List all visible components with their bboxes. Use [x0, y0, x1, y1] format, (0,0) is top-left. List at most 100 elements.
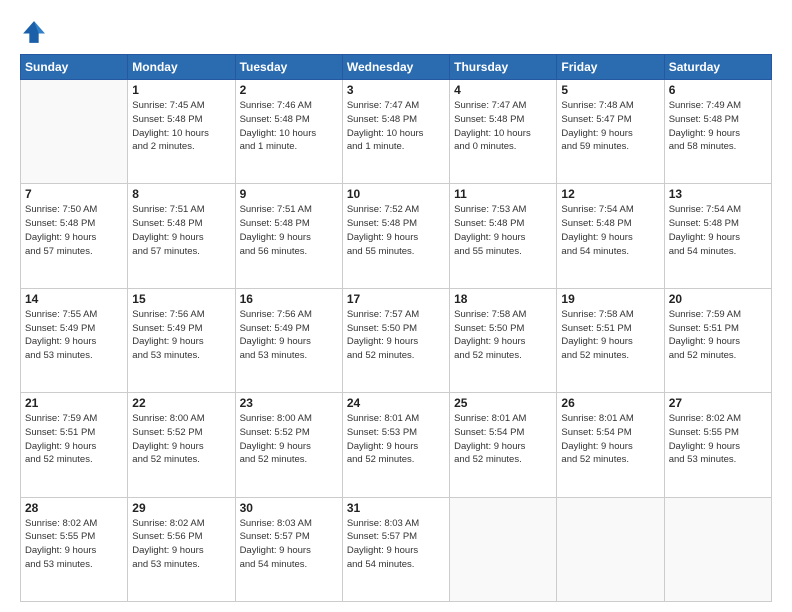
calendar-cell: 27 Sunrise: 8:02 AMSunset: 5:55 PMDayligh…: [664, 393, 771, 497]
day-number: 31: [347, 501, 445, 515]
day-info: Sunrise: 7:48 AMSunset: 5:47 PMDaylight:…: [561, 99, 659, 154]
day-info: Sunrise: 7:49 AMSunset: 5:48 PMDaylight:…: [669, 99, 767, 154]
day-info: Sunrise: 8:02 AMSunset: 5:55 PMDaylight:…: [669, 412, 767, 467]
calendar-week-row: 14Sunrise: 7:55 AMSunset: 5:49 PMDayligh…: [21, 288, 772, 392]
calendar-cell: 17 Sunrise: 7:57 AMSunset: 5:50 PMDayligh…: [342, 288, 449, 392]
calendar-week-row: 7 Sunrise: 7:50 AMSunset: 5:48 PMDaylight…: [21, 184, 772, 288]
calendar-cell: 16 Sunrise: 7:56 AMSunset: 5:49 PMDayligh…: [235, 288, 342, 392]
day-info: Sunrise: 7:50 AMSunset: 5:48 PMDaylight:…: [25, 203, 123, 258]
calendar-cell: 18Sunrise: 7:58 AMSunset: 5:50 PMDayligh…: [450, 288, 557, 392]
calendar-cell: [21, 80, 128, 184]
day-number: 15: [132, 292, 230, 306]
day-number: 22: [132, 396, 230, 410]
day-number: 10: [347, 187, 445, 201]
calendar-cell: 26 Sunrise: 8:01 AMSunset: 5:54 PMDayligh…: [557, 393, 664, 497]
calendar-cell: 28 Sunrise: 8:02 AMSunset: 5:55 PMDayligh…: [21, 497, 128, 601]
calendar-cell: 30 Sunrise: 8:03 AMSunset: 5:57 PMDayligh…: [235, 497, 342, 601]
day-number: 24: [347, 396, 445, 410]
day-number: 2: [240, 83, 338, 97]
day-number: 17: [347, 292, 445, 306]
calendar-cell: 10 Sunrise: 7:52 AMSunset: 5:48 PMDayligh…: [342, 184, 449, 288]
logo: [20, 18, 52, 46]
calendar-header-row: SundayMondayTuesdayWednesdayThursdayFrid…: [21, 55, 772, 80]
day-number: 6: [669, 83, 767, 97]
day-info: Sunrise: 7:54 AMSunset: 5:48 PMDaylight:…: [561, 203, 659, 258]
day-number: 27: [669, 396, 767, 410]
calendar-cell: [557, 497, 664, 601]
day-info: Sunrise: 7:51 AMSunset: 5:48 PMDaylight:…: [132, 203, 230, 258]
day-info: Sunrise: 7:57 AMSunset: 5:50 PMDaylight:…: [347, 308, 445, 363]
day-number: 18: [454, 292, 552, 306]
day-number: 26: [561, 396, 659, 410]
calendar-cell: 6 Sunrise: 7:49 AMSunset: 5:48 PMDaylight…: [664, 80, 771, 184]
day-number: 7: [25, 187, 123, 201]
logo-icon: [20, 18, 48, 46]
day-info: Sunrise: 7:45 AMSunset: 5:48 PMDaylight:…: [132, 99, 230, 154]
day-number: 13: [669, 187, 767, 201]
day-info: Sunrise: 7:47 AMSunset: 5:48 PMDaylight:…: [454, 99, 552, 154]
calendar-header-tuesday: Tuesday: [235, 55, 342, 80]
day-info: Sunrise: 8:03 AMSunset: 5:57 PMDaylight:…: [347, 517, 445, 572]
day-number: 12: [561, 187, 659, 201]
day-number: 21: [25, 396, 123, 410]
day-number: 23: [240, 396, 338, 410]
calendar-cell: 19Sunrise: 7:58 AMSunset: 5:51 PMDayligh…: [557, 288, 664, 392]
day-info: Sunrise: 7:46 AMSunset: 5:48 PMDaylight:…: [240, 99, 338, 154]
calendar-header-saturday: Saturday: [664, 55, 771, 80]
calendar-cell: 23 Sunrise: 8:00 AMSunset: 5:52 PMDayligh…: [235, 393, 342, 497]
calendar-cell: 14Sunrise: 7:55 AMSunset: 5:49 PMDayligh…: [21, 288, 128, 392]
calendar-header-sunday: Sunday: [21, 55, 128, 80]
day-info: Sunrise: 8:01 AMSunset: 5:54 PMDaylight:…: [454, 412, 552, 467]
calendar-cell: 5 Sunrise: 7:48 AMSunset: 5:47 PMDaylight…: [557, 80, 664, 184]
day-info: Sunrise: 7:58 AMSunset: 5:51 PMDaylight:…: [561, 308, 659, 363]
calendar-cell: [664, 497, 771, 601]
day-info: Sunrise: 8:01 AMSunset: 5:54 PMDaylight:…: [561, 412, 659, 467]
day-info: Sunrise: 7:56 AMSunset: 5:49 PMDaylight:…: [240, 308, 338, 363]
day-info: Sunrise: 8:01 AMSunset: 5:53 PMDaylight:…: [347, 412, 445, 467]
day-info: Sunrise: 8:00 AMSunset: 5:52 PMDaylight:…: [240, 412, 338, 467]
day-info: Sunrise: 7:59 AMSunset: 5:51 PMDaylight:…: [669, 308, 767, 363]
day-number: 25: [454, 396, 552, 410]
calendar-cell: 3 Sunrise: 7:47 AMSunset: 5:48 PMDaylight…: [342, 80, 449, 184]
day-number: 16: [240, 292, 338, 306]
calendar-header-friday: Friday: [557, 55, 664, 80]
day-info: Sunrise: 8:02 AMSunset: 5:55 PMDaylight:…: [25, 517, 123, 572]
day-number: 4: [454, 83, 552, 97]
day-info: Sunrise: 7:51 AMSunset: 5:48 PMDaylight:…: [240, 203, 338, 258]
day-number: 28: [25, 501, 123, 515]
day-info: Sunrise: 7:56 AMSunset: 5:49 PMDaylight:…: [132, 308, 230, 363]
day-info: Sunrise: 7:52 AMSunset: 5:48 PMDaylight:…: [347, 203, 445, 258]
calendar-cell: 29Sunrise: 8:02 AMSunset: 5:56 PMDayligh…: [128, 497, 235, 601]
day-number: 8: [132, 187, 230, 201]
calendar-cell: 13 Sunrise: 7:54 AMSunset: 5:48 PMDayligh…: [664, 184, 771, 288]
calendar-cell: 8 Sunrise: 7:51 AMSunset: 5:48 PMDaylight…: [128, 184, 235, 288]
header: [20, 18, 772, 46]
day-number: 11: [454, 187, 552, 201]
page: SundayMondayTuesdayWednesdayThursdayFrid…: [0, 0, 792, 612]
day-number: 30: [240, 501, 338, 515]
day-info: Sunrise: 7:59 AMSunset: 5:51 PMDaylight:…: [25, 412, 123, 467]
day-info: Sunrise: 8:03 AMSunset: 5:57 PMDaylight:…: [240, 517, 338, 572]
calendar-header-thursday: Thursday: [450, 55, 557, 80]
calendar-cell: 25 Sunrise: 8:01 AMSunset: 5:54 PMDayligh…: [450, 393, 557, 497]
day-number: 14: [25, 292, 123, 306]
calendar-cell: 11Sunrise: 7:53 AMSunset: 5:48 PMDayligh…: [450, 184, 557, 288]
day-info: Sunrise: 7:54 AMSunset: 5:48 PMDaylight:…: [669, 203, 767, 258]
calendar-cell: 24 Sunrise: 8:01 AMSunset: 5:53 PMDayligh…: [342, 393, 449, 497]
calendar-cell: 20Sunrise: 7:59 AMSunset: 5:51 PMDayligh…: [664, 288, 771, 392]
calendar-cell: 22 Sunrise: 8:00 AMSunset: 5:52 PMDayligh…: [128, 393, 235, 497]
calendar-cell: 15 Sunrise: 7:56 AMSunset: 5:49 PMDayligh…: [128, 288, 235, 392]
calendar-cell: 31 Sunrise: 8:03 AMSunset: 5:57 PMDayligh…: [342, 497, 449, 601]
day-number: 9: [240, 187, 338, 201]
day-info: Sunrise: 7:47 AMSunset: 5:48 PMDaylight:…: [347, 99, 445, 154]
calendar-cell: 4 Sunrise: 7:47 AMSunset: 5:48 PMDaylight…: [450, 80, 557, 184]
day-info: Sunrise: 8:02 AMSunset: 5:56 PMDaylight:…: [132, 517, 230, 572]
day-number: 5: [561, 83, 659, 97]
calendar-cell: 9 Sunrise: 7:51 AMSunset: 5:48 PMDaylight…: [235, 184, 342, 288]
day-info: Sunrise: 8:00 AMSunset: 5:52 PMDaylight:…: [132, 412, 230, 467]
calendar-week-row: 21 Sunrise: 7:59 AMSunset: 5:51 PMDayligh…: [21, 393, 772, 497]
calendar-cell: 2 Sunrise: 7:46 AMSunset: 5:48 PMDaylight…: [235, 80, 342, 184]
calendar-cell: 7 Sunrise: 7:50 AMSunset: 5:48 PMDaylight…: [21, 184, 128, 288]
day-number: 3: [347, 83, 445, 97]
calendar-cell: 12 Sunrise: 7:54 AMSunset: 5:48 PMDayligh…: [557, 184, 664, 288]
